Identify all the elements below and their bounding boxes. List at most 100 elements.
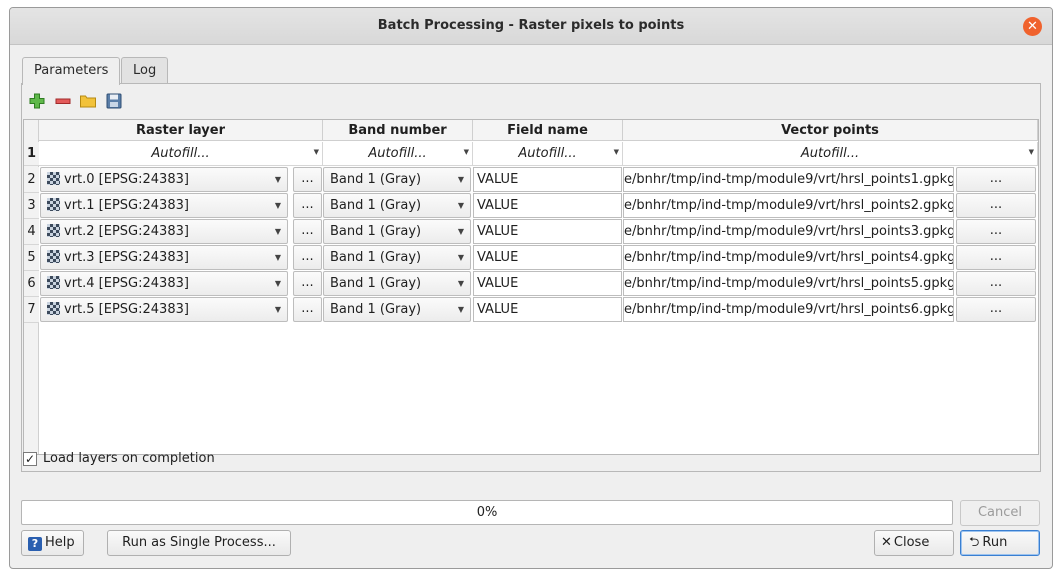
close-button[interactable]: ✕ Close bbox=[874, 530, 954, 556]
band-number-value: Band 1 (Gray) bbox=[330, 172, 422, 187]
run-single-process-button[interactable]: Run as Single Process... bbox=[107, 530, 291, 556]
autofill-vector-points[interactable]: Autofill... ▼ bbox=[623, 142, 1038, 166]
autofill-field-name[interactable]: Autofill... ▼ bbox=[473, 142, 623, 166]
output-browse-button[interactable]: ... bbox=[956, 219, 1036, 244]
raster-layer-select[interactable]: vrt.2 [EPSG:24383] ▼ bbox=[40, 219, 288, 244]
band-number-select[interactable]: Band 1 (Gray) ▼ bbox=[323, 193, 471, 218]
field-name-input[interactable]: VALUE bbox=[473, 245, 622, 270]
dropdown-arrow-icon: ▼ bbox=[457, 253, 464, 262]
row-number: 4 bbox=[24, 219, 39, 245]
run-button[interactable]: ⮌ Run bbox=[960, 530, 1040, 556]
vector-points-output-input[interactable]: e/bnhr/tmp/ind-tmp/module9/vrt/hrsl_poin… bbox=[623, 271, 954, 296]
column-header-raster-layer[interactable]: Raster layer bbox=[39, 120, 323, 141]
output-browse-button[interactable]: ... bbox=[956, 245, 1036, 270]
band-number-value: Band 1 (Gray) bbox=[330, 302, 422, 317]
raster-browse-button[interactable]: ... bbox=[293, 245, 322, 270]
close-button-label: Close bbox=[893, 535, 930, 550]
close-window-icon[interactable]: ✕ bbox=[1023, 17, 1042, 36]
save-icon[interactable] bbox=[105, 92, 123, 110]
parameters-pane: Raster layer Band number Field name Vect… bbox=[21, 83, 1041, 472]
dropdown-arrow-icon: ▼ bbox=[613, 148, 619, 156]
raster-layer-icon bbox=[47, 276, 60, 289]
output-browse-button[interactable]: ... bbox=[956, 297, 1036, 322]
dropdown-arrow-icon: ▼ bbox=[274, 279, 281, 288]
dropdown-arrow-icon: ▼ bbox=[274, 201, 281, 210]
field-name-input[interactable]: VALUE bbox=[473, 219, 622, 244]
dropdown-arrow-icon: ▼ bbox=[1028, 148, 1034, 156]
field-name-input[interactable]: VALUE bbox=[473, 193, 622, 218]
field-name-input[interactable]: VALUE bbox=[473, 271, 622, 296]
raster-layer-value: vrt.1 [EPSG:24383] bbox=[64, 198, 189, 213]
output-browse-button[interactable]: ... bbox=[956, 271, 1036, 296]
band-number-value: Band 1 (Gray) bbox=[330, 250, 422, 265]
raster-layer-value: vrt.4 [EPSG:24383] bbox=[64, 276, 189, 291]
band-number-select[interactable]: Band 1 (Gray) ▼ bbox=[323, 167, 471, 192]
raster-layer-icon bbox=[47, 198, 60, 211]
field-name-input[interactable]: VALUE bbox=[473, 297, 622, 322]
row-number: 1 bbox=[24, 142, 39, 166]
raster-browse-button[interactable]: ... bbox=[293, 297, 322, 322]
raster-layer-icon bbox=[47, 250, 60, 263]
tab-log[interactable]: Log bbox=[121, 57, 169, 84]
row-number: 5 bbox=[24, 245, 39, 271]
vector-points-output-input[interactable]: e/bnhr/tmp/ind-tmp/module9/vrt/hrsl_poin… bbox=[623, 219, 954, 244]
vector-points-output-input[interactable]: e/bnhr/tmp/ind-tmp/module9/vrt/hrsl_poin… bbox=[623, 297, 954, 322]
band-number-select[interactable]: Band 1 (Gray) ▼ bbox=[323, 297, 471, 322]
raster-layer-icon bbox=[47, 172, 60, 185]
dropdown-arrow-icon: ▼ bbox=[457, 227, 464, 236]
raster-layer-value: vrt.3 [EPSG:24383] bbox=[64, 250, 189, 265]
help-button[interactable]: ? Help bbox=[21, 530, 84, 556]
column-header-band-number[interactable]: Band number bbox=[323, 120, 473, 141]
autofill-raster-layer[interactable]: Autofill... ▼ bbox=[39, 142, 323, 166]
title-bar[interactable]: Batch Processing - Raster pixels to poin… bbox=[10, 8, 1052, 45]
help-button-label: Help bbox=[45, 535, 75, 550]
tab-parameters[interactable]: Parameters bbox=[22, 57, 121, 85]
band-number-select[interactable]: Band 1 (Gray) ▼ bbox=[323, 245, 471, 270]
raster-layer-select[interactable]: vrt.3 [EPSG:24383] ▼ bbox=[40, 245, 288, 270]
open-folder-icon[interactable] bbox=[79, 92, 97, 110]
load-layers-checkbox[interactable]: ✓ bbox=[23, 452, 37, 466]
raster-layer-select[interactable]: vrt.0 [EPSG:24383] ▼ bbox=[40, 167, 288, 192]
raster-layer-select[interactable]: vrt.4 [EPSG:24383] ▼ bbox=[40, 271, 288, 296]
raster-browse-button[interactable]: ... bbox=[293, 167, 322, 192]
raster-browse-button[interactable]: ... bbox=[293, 193, 322, 218]
run-icon: ⮌ bbox=[969, 535, 980, 550]
row-number: 7 bbox=[24, 297, 39, 323]
raster-layer-icon bbox=[47, 302, 60, 315]
raster-layer-select[interactable]: vrt.1 [EPSG:24383] ▼ bbox=[40, 193, 288, 218]
vector-points-output-input[interactable]: e/bnhr/tmp/ind-tmp/module9/vrt/hrsl_poin… bbox=[623, 193, 954, 218]
output-browse-button[interactable]: ... bbox=[956, 167, 1036, 192]
close-icon: ✕ bbox=[881, 535, 892, 550]
remove-row-icon[interactable] bbox=[54, 92, 72, 110]
raster-layer-select[interactable]: vrt.5 [EPSG:24383] ▼ bbox=[40, 297, 288, 322]
raster-browse-button[interactable]: ... bbox=[293, 271, 322, 296]
column-header-vector-points[interactable]: Vector points bbox=[623, 120, 1038, 141]
raster-layer-icon bbox=[47, 224, 60, 237]
raster-browse-button[interactable]: ... bbox=[293, 219, 322, 244]
window-title: Batch Processing - Raster pixels to poin… bbox=[377, 18, 685, 33]
autofill-band-number[interactable]: Autofill... ▼ bbox=[323, 142, 473, 166]
column-header-field-name[interactable]: Field name bbox=[473, 120, 623, 141]
row-number: 6 bbox=[24, 271, 39, 297]
raster-layer-value: vrt.5 [EPSG:24383] bbox=[64, 302, 189, 317]
dropdown-arrow-icon: ▼ bbox=[457, 201, 464, 210]
band-number-select[interactable]: Band 1 (Gray) ▼ bbox=[323, 271, 471, 296]
field-name-input[interactable]: VALUE bbox=[473, 167, 622, 192]
autofill-label: Autofill... bbox=[518, 146, 577, 161]
dropdown-arrow-icon: ▼ bbox=[457, 175, 464, 184]
run-button-label: Run bbox=[982, 535, 1008, 550]
dropdown-arrow-icon: ▼ bbox=[313, 148, 319, 156]
band-number-select[interactable]: Band 1 (Gray) ▼ bbox=[323, 219, 471, 244]
raster-layer-value: vrt.0 [EPSG:24383] bbox=[64, 172, 189, 187]
band-number-value: Band 1 (Gray) bbox=[330, 276, 422, 291]
autofill-label: Autofill... bbox=[800, 146, 860, 161]
dropdown-arrow-icon: ▼ bbox=[463, 148, 469, 156]
dropdown-arrow-icon: ▼ bbox=[274, 175, 281, 184]
output-browse-button[interactable]: ... bbox=[956, 193, 1036, 218]
vector-points-output-input[interactable]: e/bnhr/tmp/ind-tmp/module9/vrt/hrsl_poin… bbox=[623, 245, 954, 270]
add-row-icon[interactable] bbox=[28, 92, 46, 110]
dropdown-arrow-icon: ▼ bbox=[457, 305, 464, 314]
vector-points-output-input[interactable]: e/bnhr/tmp/ind-tmp/module9/vrt/hrsl_poin… bbox=[623, 167, 954, 192]
cancel-button[interactable]: Cancel bbox=[960, 500, 1040, 526]
dropdown-arrow-icon: ▼ bbox=[274, 227, 281, 236]
